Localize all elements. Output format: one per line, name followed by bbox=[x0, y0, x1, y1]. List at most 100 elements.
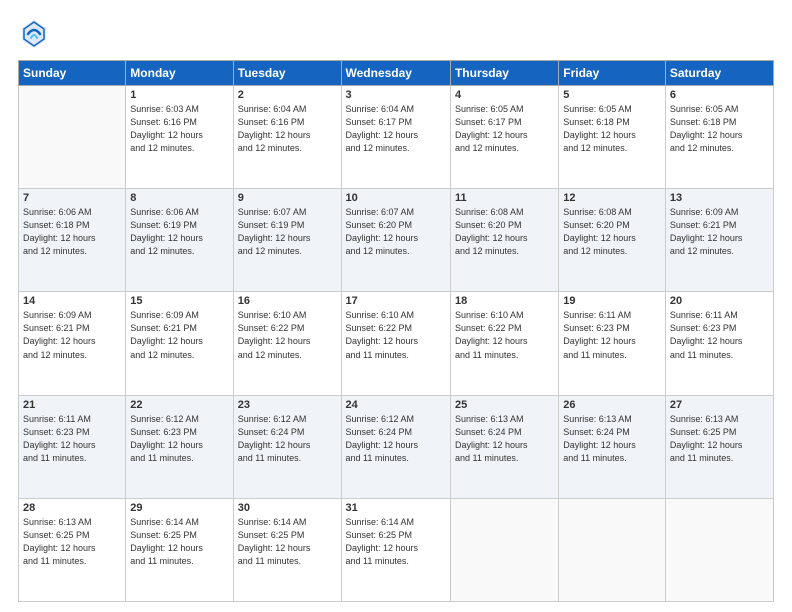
calendar-cell: 17 Sunrise: 6:10 AM Sunset: 6:22 PM Dayli… bbox=[341, 292, 450, 395]
calendar-cell: 5Sunrise: 6:05 AM Sunset: 6:18 PM Daylig… bbox=[559, 86, 666, 189]
day-header-monday: Monday bbox=[126, 61, 233, 86]
week-row-0: 1 Sunrise: 6:03 AM Sunset: 6:16 PM Daylig… bbox=[19, 86, 774, 189]
day-number: 1 bbox=[130, 89, 228, 101]
day-number: 28 bbox=[23, 502, 121, 514]
day-info: Sunrise: 6:14 AM Sunset: 6:25 PM Dayligh… bbox=[238, 516, 337, 568]
calendar-cell: 21 Sunrise: 6:11 AM Sunset: 6:23 PM Dayli… bbox=[19, 395, 126, 498]
day-info: Sunrise: 6:04 AM Sunset: 6:16 PM Dayligh… bbox=[238, 103, 337, 155]
day-info: Sunrise: 6:03 AM Sunset: 6:16 PM Dayligh… bbox=[130, 103, 228, 155]
day-number: 5 bbox=[563, 89, 661, 101]
calendar-cell bbox=[665, 498, 773, 601]
calendar-cell: 30 Sunrise: 6:14 AM Sunset: 6:25 PM Dayli… bbox=[233, 498, 341, 601]
day-number: 11 bbox=[455, 192, 554, 204]
page: SundayMondayTuesdayWednesdayThursdayFrid… bbox=[0, 0, 792, 612]
day-info: Sunrise: 6:08 AM Sunset: 6:20 PM Dayligh… bbox=[455, 206, 554, 258]
day-number: 19 bbox=[563, 295, 661, 307]
calendar-cell: 7 Sunrise: 6:06 AM Sunset: 6:18 PM Daylig… bbox=[19, 189, 126, 292]
day-info: Sunrise: 6:09 AM Sunset: 6:21 PM Dayligh… bbox=[670, 206, 769, 258]
day-number: 18 bbox=[455, 295, 554, 307]
day-info: Sunrise: 6:09 AM Sunset: 6:21 PM Dayligh… bbox=[23, 309, 121, 361]
week-row-4: 28 Sunrise: 6:13 AM Sunset: 6:25 PM Dayli… bbox=[19, 498, 774, 601]
day-info: Sunrise: 6:10 AM Sunset: 6:22 PM Dayligh… bbox=[346, 309, 446, 361]
day-header-wednesday: Wednesday bbox=[341, 61, 450, 86]
day-number: 22 bbox=[130, 399, 228, 411]
day-info: Sunrise: 6:05 AM Sunset: 6:18 PM Dayligh… bbox=[670, 103, 769, 155]
day-header-tuesday: Tuesday bbox=[233, 61, 341, 86]
day-number: 16 bbox=[238, 295, 337, 307]
week-row-1: 7 Sunrise: 6:06 AM Sunset: 6:18 PM Daylig… bbox=[19, 189, 774, 292]
day-number: 17 bbox=[346, 295, 446, 307]
calendar-cell: 22 Sunrise: 6:12 AM Sunset: 6:23 PM Dayli… bbox=[126, 395, 233, 498]
day-info: Sunrise: 6:13 AM Sunset: 6:24 PM Dayligh… bbox=[455, 413, 554, 465]
calendar-cell: 8 Sunrise: 6:06 AM Sunset: 6:19 PM Daylig… bbox=[126, 189, 233, 292]
calendar-cell: 16 Sunrise: 6:10 AM Sunset: 6:22 PM Dayli… bbox=[233, 292, 341, 395]
day-number: 7 bbox=[23, 192, 121, 204]
day-info: Sunrise: 6:11 AM Sunset: 6:23 PM Dayligh… bbox=[23, 413, 121, 465]
calendar-cell: 28 Sunrise: 6:13 AM Sunset: 6:25 PM Dayli… bbox=[19, 498, 126, 601]
day-info: Sunrise: 6:10 AM Sunset: 6:22 PM Dayligh… bbox=[455, 309, 554, 361]
day-number: 8 bbox=[130, 192, 228, 204]
day-number: 26 bbox=[563, 399, 661, 411]
calendar-cell: 29 Sunrise: 6:14 AM Sunset: 6:25 PM Dayli… bbox=[126, 498, 233, 601]
header bbox=[18, 18, 774, 50]
day-number: 23 bbox=[238, 399, 337, 411]
day-number: 15 bbox=[130, 295, 228, 307]
day-info: Sunrise: 6:13 AM Sunset: 6:25 PM Dayligh… bbox=[23, 516, 121, 568]
day-info: Sunrise: 6:12 AM Sunset: 6:24 PM Dayligh… bbox=[346, 413, 446, 465]
calendar-cell: 31 Sunrise: 6:14 AM Sunset: 6:25 PM Dayli… bbox=[341, 498, 450, 601]
day-number: 25 bbox=[455, 399, 554, 411]
logo-icon bbox=[18, 18, 50, 50]
calendar-cell: 2 Sunrise: 6:04 AM Sunset: 6:16 PM Daylig… bbox=[233, 86, 341, 189]
calendar-cell: 19 Sunrise: 6:11 AM Sunset: 6:23 PM Dayli… bbox=[559, 292, 666, 395]
day-info: Sunrise: 6:14 AM Sunset: 6:25 PM Dayligh… bbox=[130, 516, 228, 568]
calendar-cell: 1 Sunrise: 6:03 AM Sunset: 6:16 PM Daylig… bbox=[126, 86, 233, 189]
day-number: 20 bbox=[670, 295, 769, 307]
calendar-cell: 18 Sunrise: 6:10 AM Sunset: 6:22 PM Dayli… bbox=[450, 292, 558, 395]
day-info: Sunrise: 6:11 AM Sunset: 6:23 PM Dayligh… bbox=[670, 309, 769, 361]
day-number: 2 bbox=[238, 89, 337, 101]
day-number: 31 bbox=[346, 502, 446, 514]
calendar-cell: 3Sunrise: 6:04 AM Sunset: 6:17 PM Daylig… bbox=[341, 86, 450, 189]
day-number: 3 bbox=[346, 89, 446, 101]
calendar-cell: 20 Sunrise: 6:11 AM Sunset: 6:23 PM Dayli… bbox=[665, 292, 773, 395]
day-number: 29 bbox=[130, 502, 228, 514]
day-header-friday: Friday bbox=[559, 61, 666, 86]
calendar-cell bbox=[19, 86, 126, 189]
day-info: Sunrise: 6:06 AM Sunset: 6:18 PM Dayligh… bbox=[23, 206, 121, 258]
day-info: Sunrise: 6:06 AM Sunset: 6:19 PM Dayligh… bbox=[130, 206, 228, 258]
day-info: Sunrise: 6:09 AM Sunset: 6:21 PM Dayligh… bbox=[130, 309, 228, 361]
day-number: 21 bbox=[23, 399, 121, 411]
calendar-cell: 25 Sunrise: 6:13 AM Sunset: 6:24 PM Dayli… bbox=[450, 395, 558, 498]
calendar-cell: 11 Sunrise: 6:08 AM Sunset: 6:20 PM Dayli… bbox=[450, 189, 558, 292]
day-info: Sunrise: 6:10 AM Sunset: 6:22 PM Dayligh… bbox=[238, 309, 337, 361]
day-header-sunday: Sunday bbox=[19, 61, 126, 86]
calendar-cell: 27Sunrise: 6:13 AM Sunset: 6:25 PM Dayli… bbox=[665, 395, 773, 498]
calendar-cell: 14 Sunrise: 6:09 AM Sunset: 6:21 PM Dayli… bbox=[19, 292, 126, 395]
day-info: Sunrise: 6:07 AM Sunset: 6:19 PM Dayligh… bbox=[238, 206, 337, 258]
day-info: Sunrise: 6:12 AM Sunset: 6:24 PM Dayligh… bbox=[238, 413, 337, 465]
calendar-cell: 9 Sunrise: 6:07 AM Sunset: 6:19 PM Daylig… bbox=[233, 189, 341, 292]
week-row-3: 21 Sunrise: 6:11 AM Sunset: 6:23 PM Dayli… bbox=[19, 395, 774, 498]
day-info: Sunrise: 6:07 AM Sunset: 6:20 PM Dayligh… bbox=[346, 206, 446, 258]
day-info: Sunrise: 6:05 AM Sunset: 6:17 PM Dayligh… bbox=[455, 103, 554, 155]
header-row: SundayMondayTuesdayWednesdayThursdayFrid… bbox=[19, 61, 774, 86]
day-info: Sunrise: 6:08 AM Sunset: 6:20 PM Dayligh… bbox=[563, 206, 661, 258]
calendar-cell: 4Sunrise: 6:05 AM Sunset: 6:17 PM Daylig… bbox=[450, 86, 558, 189]
calendar-cell: 15 Sunrise: 6:09 AM Sunset: 6:21 PM Dayli… bbox=[126, 292, 233, 395]
day-number: 9 bbox=[238, 192, 337, 204]
day-info: Sunrise: 6:12 AM Sunset: 6:23 PM Dayligh… bbox=[130, 413, 228, 465]
calendar-cell: 13 Sunrise: 6:09 AM Sunset: 6:21 PM Dayli… bbox=[665, 189, 773, 292]
day-number: 10 bbox=[346, 192, 446, 204]
day-number: 24 bbox=[346, 399, 446, 411]
day-number: 13 bbox=[670, 192, 769, 204]
calendar-cell: 26 Sunrise: 6:13 AM Sunset: 6:24 PM Dayli… bbox=[559, 395, 666, 498]
calendar-cell: 24 Sunrise: 6:12 AM Sunset: 6:24 PM Dayli… bbox=[341, 395, 450, 498]
day-number: 14 bbox=[23, 295, 121, 307]
day-number: 30 bbox=[238, 502, 337, 514]
day-info: Sunrise: 6:11 AM Sunset: 6:23 PM Dayligh… bbox=[563, 309, 661, 361]
day-info: Sunrise: 6:14 AM Sunset: 6:25 PM Dayligh… bbox=[346, 516, 446, 568]
day-header-thursday: Thursday bbox=[450, 61, 558, 86]
calendar-cell bbox=[450, 498, 558, 601]
day-number: 6 bbox=[670, 89, 769, 101]
day-info: Sunrise: 6:13 AM Sunset: 6:24 PM Dayligh… bbox=[563, 413, 661, 465]
